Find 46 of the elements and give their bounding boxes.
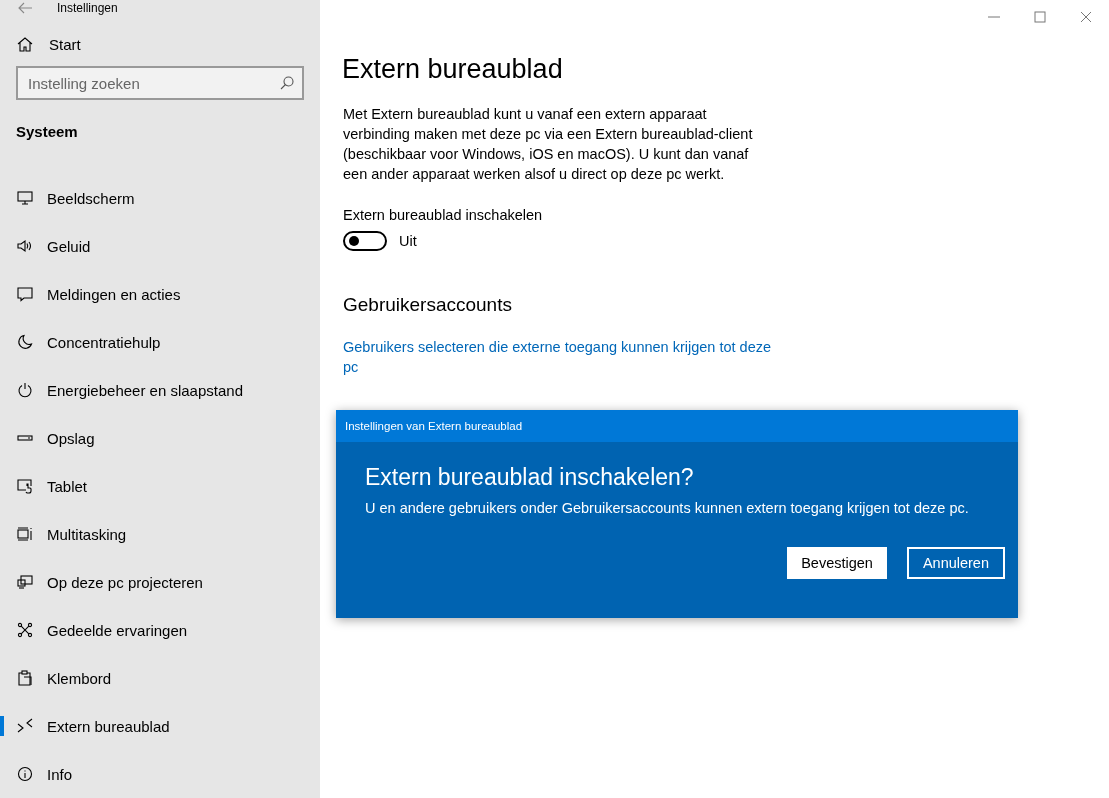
sidebar-item[interactable]: Klembord (0, 654, 320, 702)
sidebar-item[interactable]: Meldingen en acties (0, 270, 320, 318)
clipboard-icon (17, 670, 33, 686)
back-arrow-icon[interactable] (17, 0, 33, 15)
dialog-heading: Extern bureaublad inschakelen? (365, 464, 695, 491)
toggle-label: Extern bureaublad inschakelen (343, 207, 544, 223)
remote-arrows-icon (17, 718, 33, 734)
power-icon (17, 382, 33, 398)
sidebar-item[interactable]: Multitasking (0, 510, 320, 558)
home-icon (17, 36, 33, 53)
shared-nodes-icon (17, 622, 33, 638)
info-icon (17, 766, 33, 782)
toggle-state-text: Uit (399, 233, 417, 249)
description-text: Met Extern bureaublad kunt u vanaf een extern apparaat verbinding maken met deze pc via een Extern bureaublad-client (beschikbaar voor Windows, iOS en macOS). U kunt dan vanaf een ander apparaat werken alsof u direct op deze pc werkt. (343, 105, 754, 184)
section-heading: Systeem (16, 123, 79, 140)
sidebar-item[interactable]: Geluid (0, 222, 320, 270)
section-heading: Gebruikersaccounts (343, 294, 513, 316)
speech-bubble-icon (17, 286, 33, 302)
multitasking-icon (17, 526, 33, 542)
confirm-button[interactable]: Bevestigen (787, 547, 887, 579)
sidebar-item[interactable]: Op deze pc projecteren (0, 558, 320, 606)
start-link[interactable]: Start (49, 35, 81, 53)
close-icon[interactable] (1080, 11, 1092, 23)
dialog-title: Instellingen van Extern bureaublad (336, 410, 1018, 442)
toggle-switch[interactable] (343, 231, 387, 251)
moon-icon (17, 334, 33, 350)
tablet-icon (17, 478, 33, 494)
users-link[interactable]: Gebruikers selecteren die externe toegang kunnen krijgen tot deze pc (343, 337, 783, 377)
sidebar-item[interactable]: Energiebeheer en slaapstand (0, 366, 320, 414)
sidebar-item[interactable]: Concentratiehulp (0, 318, 320, 366)
monitor-icon (17, 190, 33, 206)
speaker-icon (17, 238, 33, 254)
window-title: Instellingen (57, 0, 118, 15)
sidebar-item[interactable]: Tablet (0, 462, 320, 510)
page-title: Extern bureaublad (342, 54, 564, 85)
search-field[interactable]: Instelling zoeken (16, 66, 304, 100)
dialog-message: U en andere gebruikers onder Gebruikersaccounts kunnen extern toegang krijgen tot deze pc. (365, 500, 970, 516)
projector-icon (17, 574, 33, 590)
sidebar-item[interactable]: Beeldscherm (0, 174, 320, 222)
sidebar-item[interactable]: Info (0, 750, 320, 798)
sidebar-item[interactable]: Gedeelde ervaringen (0, 606, 320, 654)
cancel-button[interactable]: Annuleren (906, 547, 1005, 579)
sidebar-item[interactable]: Opslag (0, 414, 320, 462)
search-icon (280, 76, 294, 90)
sidebar-item[interactable]: Extern bureaublad (0, 702, 320, 750)
maximize-icon[interactable] (1034, 11, 1046, 23)
